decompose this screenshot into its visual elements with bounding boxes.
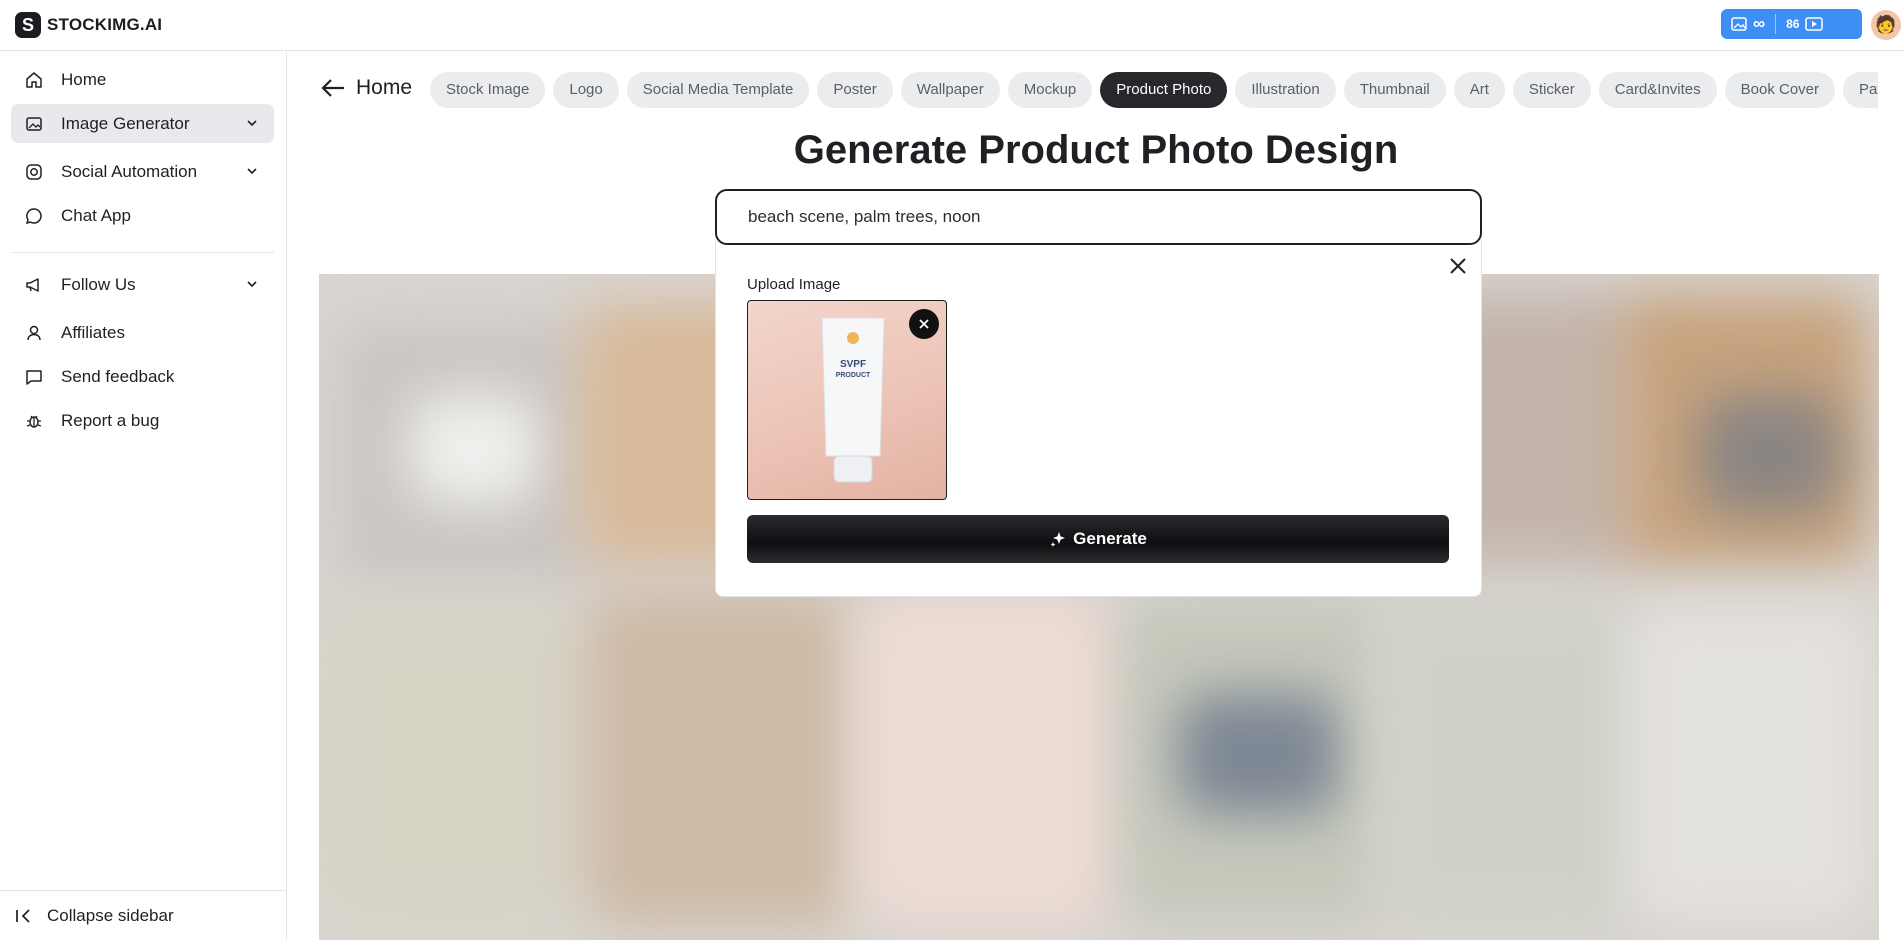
- sidebar-item-report-a-bug[interactable]: Report a bug: [11, 401, 274, 440]
- megaphone-icon: [24, 275, 44, 295]
- collapse-sidebar-label: Collapse sidebar: [47, 905, 174, 925]
- product-label-line1: SVPF: [839, 359, 867, 370]
- category-chip-illustration[interactable]: Illustration: [1235, 72, 1336, 108]
- category-chip-book-cover[interactable]: Book Cover: [1724, 72, 1836, 108]
- logo-text: STOCKIMG.AI: [47, 15, 163, 34]
- prompt-input[interactable]: beach scene, palm trees, noon: [715, 189, 1482, 245]
- sidebar-item-label: Report a bug: [61, 410, 160, 430]
- category-chip-product-photo[interactable]: Product Photo: [1100, 72, 1228, 108]
- sidebar-item-label: Follow Us: [61, 274, 136, 294]
- chevron-down-icon[interactable]: [245, 277, 259, 291]
- bug-icon: [24, 411, 44, 431]
- category-chip-pattern[interactable]: Pattern: [1843, 72, 1878, 108]
- category-chip-stock-image[interactable]: Stock Image: [430, 72, 546, 108]
- uploaded-image-thumbnail[interactable]: SVPF PRODUCT: [747, 300, 947, 500]
- back-label: Home: [356, 76, 413, 99]
- generate-label: Generate: [1073, 529, 1147, 548]
- image-icon: [24, 114, 44, 134]
- sidebar-item-follow-us[interactable]: Follow Us: [11, 265, 274, 304]
- sidebar-item-label: Social Automation: [61, 161, 198, 181]
- sidebar-item-label: Send feedback: [61, 366, 175, 386]
- product-label-line2: PRODUCT: [835, 372, 871, 379]
- sidebar-item-chat-app[interactable]: Chat App: [11, 196, 274, 235]
- image-credits[interactable]: ∞: [1721, 9, 1775, 39]
- close-icon[interactable]: [1447, 255, 1469, 277]
- sidebar-item-send-feedback[interactable]: Send feedback: [11, 357, 274, 396]
- sidebar-item-social-automation[interactable]: Social Automation: [11, 152, 274, 191]
- sidebar-item-affiliates[interactable]: Affiliates: [11, 313, 274, 352]
- chevron-down-icon[interactable]: [245, 164, 259, 178]
- image-icon: [1731, 17, 1747, 31]
- sidebar: Home Image Generator Social Automation C…: [0, 52, 287, 940]
- collapse-sidebar-button[interactable]: Collapse sidebar: [0, 890, 287, 940]
- instagram-icon: [24, 162, 44, 182]
- upload-image-label: Upload Image: [747, 276, 841, 293]
- category-chip-mockup[interactable]: Mockup: [1007, 72, 1093, 108]
- sidebar-item-label: Affiliates: [61, 322, 125, 342]
- close-icon: [919, 319, 929, 329]
- category-chip-social-media-template[interactable]: Social Media Template: [626, 72, 810, 108]
- logo-mark: S: [15, 12, 41, 38]
- sparkle-icon: [1050, 532, 1066, 547]
- product-tube-image: [821, 317, 885, 483]
- app-logo[interactable]: S STOCKIMG.AI: [15, 12, 162, 38]
- category-chip-card-invites[interactable]: Card&Invites: [1598, 72, 1717, 108]
- prompt-value: beach scene, palm trees, noon: [748, 207, 981, 226]
- page-title: Generate Product Photo Design: [793, 128, 1399, 172]
- back-to-home[interactable]: Home: [320, 76, 412, 100]
- top-bar: S STOCKIMG.AI ∞ 86 🧑: [0, 0, 1904, 51]
- sidebar-item-label: Home: [61, 69, 107, 89]
- upload-panel: Upload Image SVPF PRODUCT Generate: [715, 240, 1482, 597]
- main-content: Home Stock Image Logo Social Media Templat…: [288, 52, 1904, 940]
- remove-image-button[interactable]: [909, 309, 939, 339]
- category-chip-logo[interactable]: Logo: [553, 72, 619, 108]
- feedback-icon: [24, 367, 44, 387]
- category-chip-poster[interactable]: Poster: [817, 72, 893, 108]
- category-chip-art[interactable]: Art: [1453, 72, 1505, 108]
- video-icon: [1805, 17, 1824, 31]
- collapse-icon: [16, 908, 30, 923]
- video-credit-count: 86: [1786, 17, 1800, 31]
- user-icon: [24, 323, 44, 343]
- category-chip-wallpaper[interactable]: Wallpaper: [900, 72, 1000, 108]
- arrow-left-icon: [321, 79, 344, 97]
- product-label-text: SVPF PRODUCT: [820, 359, 886, 381]
- category-chips: Stock Image Logo Social Media Template Post…: [430, 72, 1878, 108]
- credits-badge[interactable]: ∞ 86: [1721, 9, 1862, 39]
- generate-button[interactable]: Generate: [747, 515, 1449, 563]
- home-icon: [24, 70, 44, 90]
- sidebar-item-home[interactable]: Home: [11, 60, 274, 99]
- sidebar-divider: [11, 252, 274, 253]
- chat-icon: [24, 206, 44, 226]
- sidebar-item-label: Chat App: [61, 205, 131, 225]
- sidebar-item-label: Image Generator: [61, 113, 190, 133]
- category-chip-thumbnail[interactable]: Thumbnail: [1343, 72, 1446, 108]
- chevron-down-icon[interactable]: [245, 116, 259, 130]
- sidebar-item-image-generator[interactable]: Image Generator: [11, 104, 274, 143]
- user-avatar[interactable]: 🧑: [1871, 10, 1901, 40]
- video-credits[interactable]: 86: [1776, 9, 1833, 39]
- category-chip-sticker[interactable]: Sticker: [1512, 72, 1591, 108]
- infinity-symbol: ∞: [1753, 14, 1766, 33]
